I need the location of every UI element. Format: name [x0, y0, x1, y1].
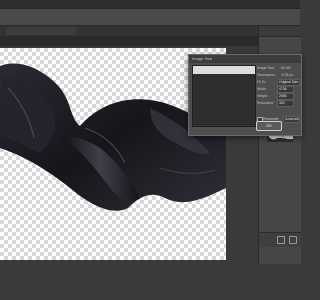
ok-button[interactable]: OK [256, 121, 282, 131]
image-preview[interactable] [192, 65, 256, 127]
menu-bar [0, 0, 300, 9]
document-tab-bar [0, 26, 258, 36]
size-fields: Image Size: 82.4M Dimensions: 4736 px Fi… [257, 65, 300, 107]
height-row: Height: 2656 [257, 93, 299, 100]
panel-footer [259, 232, 301, 247]
new-layer-icon[interactable] [277, 236, 285, 244]
panel-header [259, 26, 301, 37]
image-size-row: Image Size: 82.4M [257, 66, 291, 70]
width-row: Width: 4736 [257, 86, 299, 93]
dialog-title: Image Size [189, 55, 301, 63]
fit-to-row: Fit To: Original Size [257, 79, 300, 86]
image-size-dialog: Image Size Image Size: 82.4M Dimensions:… [188, 54, 302, 136]
resample-select[interactable]: Automatic [283, 116, 300, 123]
trash-icon[interactable] [289, 236, 297, 244]
document-tab[interactable] [6, 27, 76, 35]
resolution-row: Resolution: 300 [257, 100, 299, 107]
width-input[interactable]: 4736 [277, 86, 294, 93]
height-input[interactable]: 2656 [277, 93, 294, 100]
fit-to-select[interactable]: Original Size [277, 79, 300, 86]
resolution-input[interactable]: 300 [277, 100, 294, 107]
dimensions-row: Dimensions: 4736 px [257, 73, 294, 77]
options-bar [0, 9, 300, 26]
top-ruler [0, 36, 258, 46]
status-bar [0, 264, 300, 300]
